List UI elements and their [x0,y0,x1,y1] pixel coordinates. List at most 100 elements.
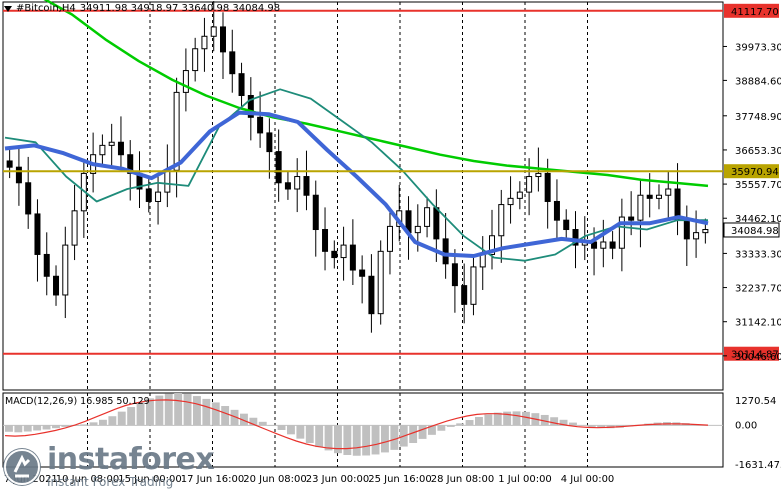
candle-body [275,151,282,184]
macd-histogram-bar [80,424,89,426]
y-tick-label: 37748.90 [735,112,781,123]
candle-body [461,285,468,305]
macd-histogram-bar [381,425,389,453]
macd-histogram-bar [108,416,117,426]
candle-body [470,266,477,305]
candle-body [600,241,607,249]
candle-body [683,219,690,240]
candle-body [173,91,180,171]
candle-body [62,244,69,296]
macd-histogram-bar [258,421,267,426]
macd-histogram-bar [33,425,42,431]
candle-body [219,26,226,53]
macd-histogram-bar [23,425,32,432]
candle-body [693,232,700,240]
candle-body [498,204,505,237]
macd-histogram-bar [587,425,596,427]
ohlc-values: 34911.98 34918.97 33640.98 34084.98 [79,3,281,14]
y-tick-label: 39973.30 [735,42,781,53]
level-label: 35970.94 [731,167,779,178]
macd-y-tick-label: -1631.473 [735,460,781,471]
macd-histogram-bar [390,425,399,450]
x-tick-label: 23 Jun 00:00 [306,474,370,485]
candle-body [628,216,635,221]
instaforex-logo-icon [3,447,41,486]
candle-body [655,194,662,199]
instaforex-watermark: instaforex Instant Forex Trading [3,442,215,489]
candle-body [516,191,523,199]
macd-histogram-bar [52,425,60,429]
macd-histogram-bar [127,407,136,426]
macd-histogram-bar [493,412,502,426]
macd-histogram-bar [578,425,587,426]
macd-histogram-bar [315,425,324,448]
macd-histogram-bar [211,402,220,426]
candle-body [238,73,245,97]
candle-body [210,26,217,37]
collapse-arrow-icon[interactable] [4,5,12,12]
candle-body [451,263,458,287]
candle-body [553,200,560,221]
candle-body [266,132,273,153]
candle-body [479,253,486,268]
candle-body [442,238,449,265]
candle-body [377,250,384,315]
candle-body [294,176,301,190]
candle-body [164,169,171,193]
candle-body [526,176,533,193]
macd-histogram-bar [550,417,559,426]
candle-body [182,70,189,93]
candle-body [507,197,514,206]
candle-body [368,275,375,315]
macd-histogram-bar [522,411,530,426]
macd-histogram-bar [117,411,126,426]
macd-histogram-bar [569,422,577,426]
macd-histogram-bar [296,425,305,439]
candle-body [535,172,542,178]
macd-histogram-bar [475,416,483,426]
macd-histogram-bar [5,425,13,432]
macd-histogram-bar [14,425,23,433]
macd-histogram-bar [343,425,352,455]
candle-body [6,160,13,168]
candle-body [34,213,41,255]
candle-body [229,51,236,75]
candle-body [108,141,115,146]
candle-body [312,194,319,231]
candle-body [71,210,78,246]
candle-body [192,48,199,72]
macd-histogram-bar [221,406,230,426]
macd-histogram-bar [418,425,427,439]
macd-histogram-bar [174,393,183,426]
watermark-brand: instaforex [47,442,215,477]
level-label: 41117.70 [731,7,779,18]
candle-body [646,194,653,199]
y-tick-label: 38884.60 [735,76,781,87]
candle-body [99,144,106,156]
candle-body [15,166,22,184]
candle-body [563,219,570,231]
watermark-tagline: Instant Forex Trading [47,475,174,489]
candle-body [43,253,50,277]
chart-window: 41117.70 35970.94 30114.87 34084.98 39973.3… [0,0,781,489]
macd-histogram-bar [512,411,521,426]
macd-histogram-bar [465,420,474,426]
x-tick-label: 20 Jun 08:00 [243,474,307,485]
candle-body [414,225,421,234]
candle-body [145,188,152,202]
candle-body [303,176,310,196]
macd-y-tick-label: 1270.54 [735,396,776,407]
macd-histogram-bar [484,414,493,426]
candle-body [201,35,208,50]
macd-histogram-bar [89,422,98,426]
candle-body [665,188,672,196]
macd-histogram-bar [446,425,455,427]
x-tick-label: 25 Jun 16:00 [368,474,432,485]
x-tick-label: 1 Jul 00:00 [498,474,552,485]
macd-y-tick-label: 0.00 [735,420,757,431]
candle-body [117,141,124,156]
y-tick-label: 32237.70 [735,284,781,295]
macd-histogram-bar [371,425,380,455]
chart-symbol-header: #Bitcoin,H4 34911.98 34918.97 33640.98 3… [4,3,280,14]
macd-histogram-bar [305,425,314,443]
